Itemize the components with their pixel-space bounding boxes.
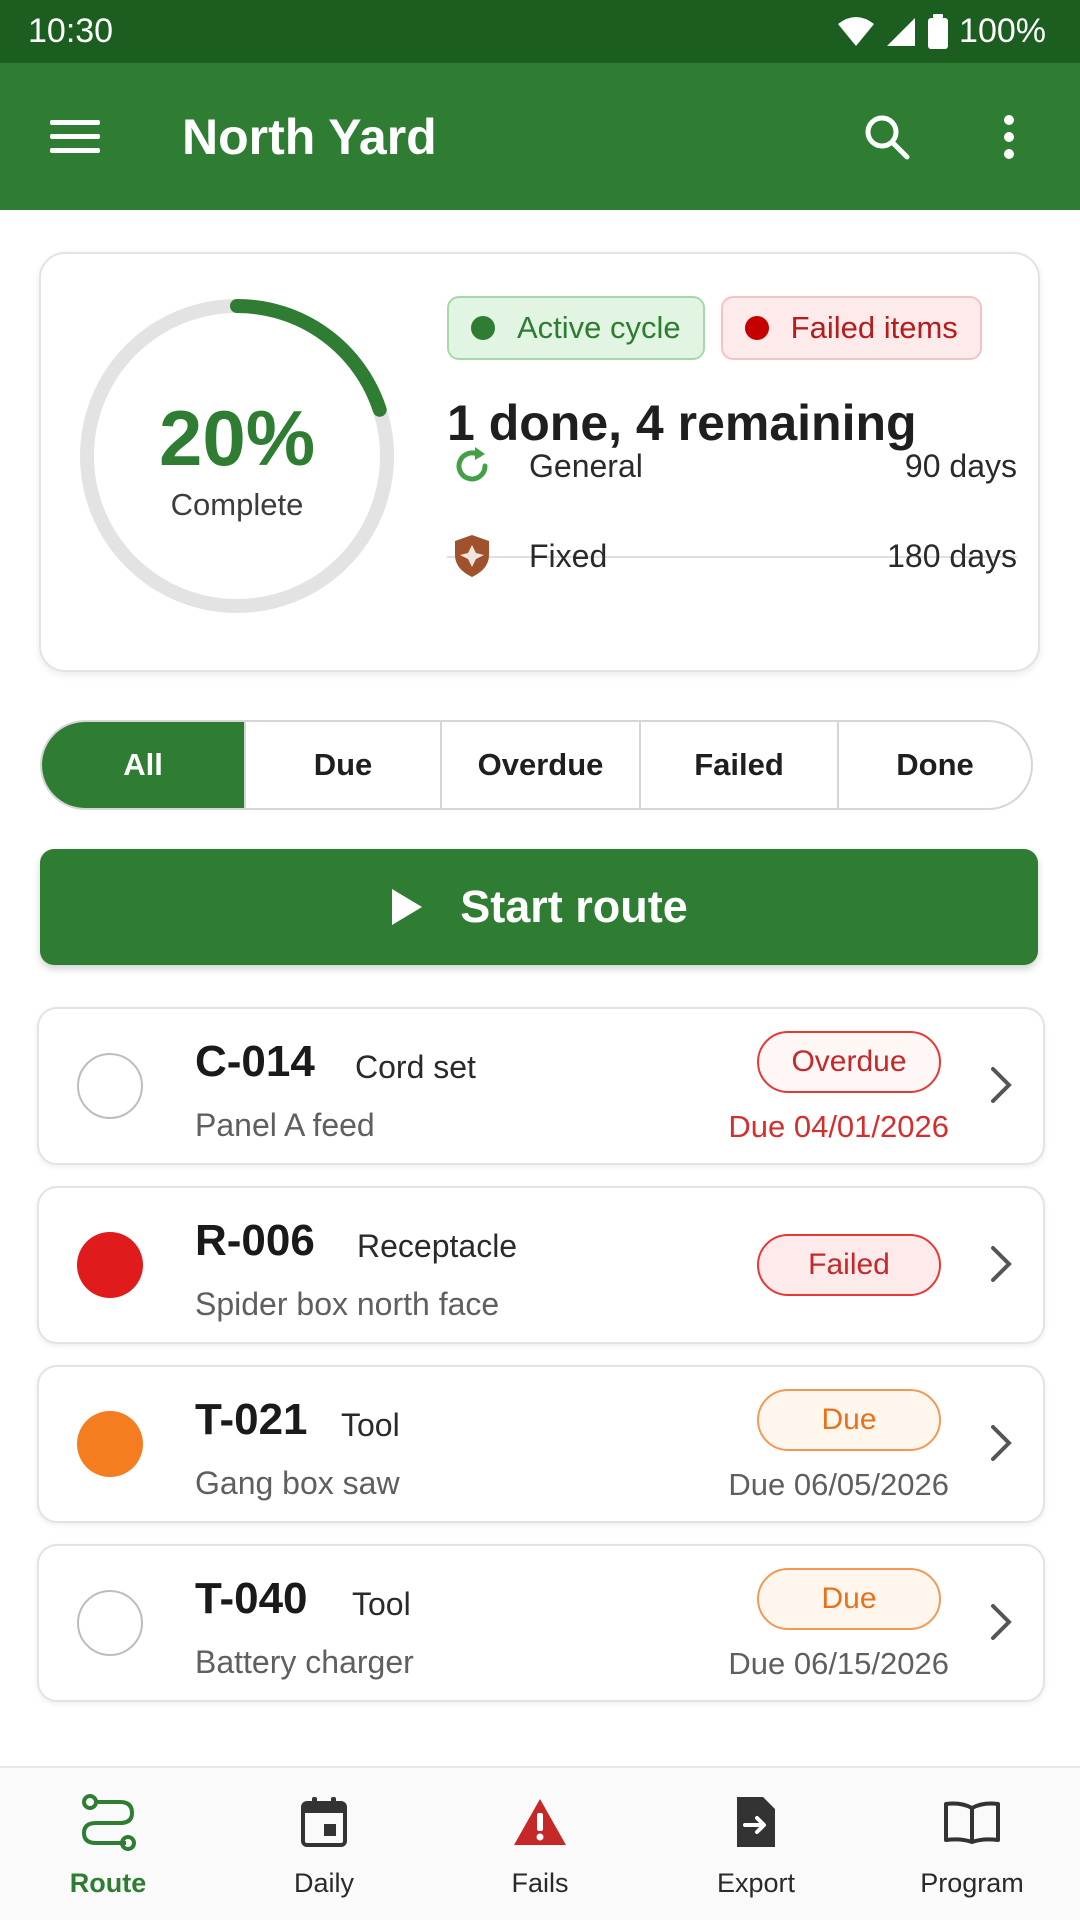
chevron-right-icon xyxy=(991,1246,1012,1282)
wifi-icon xyxy=(838,16,875,46)
nav-export[interactable]: Export xyxy=(648,1768,864,1920)
status-badge: Due xyxy=(757,1389,941,1451)
due-date: Due 06/15/2026 xyxy=(728,1646,949,1681)
item-type: Tool xyxy=(341,1407,400,1443)
item-location: Gang box saw xyxy=(195,1465,400,1501)
chevron-right-icon xyxy=(991,1604,1012,1640)
due-date: Due 06/05/2026 xyxy=(728,1467,949,1502)
bottom-nav: Route Daily Fails Export Program xyxy=(0,1766,1080,1920)
nav-route[interactable]: Route xyxy=(0,1768,216,1920)
status-bar: 10:30 100% xyxy=(0,0,1080,63)
start-route-label: Start route xyxy=(460,881,688,932)
tab-all[interactable]: All xyxy=(42,722,244,808)
progress-ring: 20% Complete xyxy=(77,296,397,616)
cycle-badges: Active cycle Failed items xyxy=(447,296,982,360)
interval-row-general: General 90 days xyxy=(447,431,1017,501)
item-id: T-021 xyxy=(195,1395,308,1444)
due-date: Due 04/01/2026 xyxy=(728,1109,949,1144)
summary-card: 20% Complete Active cycle Failed items 1… xyxy=(39,252,1040,672)
list-item[interactable]: R-006 Receptacle Spider box north face F… xyxy=(37,1186,1045,1344)
tab-due[interactable]: Due xyxy=(244,722,440,808)
item-location: Spider box north face xyxy=(195,1286,500,1322)
status-indicator[interactable] xyxy=(77,1590,143,1656)
item-id: T-040 xyxy=(195,1574,308,1623)
shield-icon xyxy=(455,535,489,577)
search-button[interactable] xyxy=(852,102,922,172)
book-icon xyxy=(944,1801,1000,1844)
item-type: Tool xyxy=(352,1586,411,1622)
battery-icon xyxy=(928,13,949,49)
item-type: Receptacle xyxy=(357,1228,518,1264)
app-bar: North Yard xyxy=(0,63,1080,210)
status-badge: Failed xyxy=(757,1234,941,1296)
start-route-button[interactable]: Start route xyxy=(40,849,1038,965)
tab-overdue[interactable]: Overdue xyxy=(440,722,639,808)
status-badge: Overdue xyxy=(757,1031,941,1093)
calendar-icon xyxy=(301,1797,347,1847)
filter-tabs: All Due Overdue Failed Done xyxy=(40,720,1033,810)
tab-failed[interactable]: Failed xyxy=(639,722,837,808)
refresh-icon xyxy=(456,447,488,482)
status-icons: 100% xyxy=(837,12,1046,51)
list-item[interactable]: C-014 Cord set Panel A feed Overdue Due … xyxy=(37,1007,1045,1165)
tab-done[interactable]: Done xyxy=(837,722,1031,808)
nav-fails[interactable]: Fails xyxy=(432,1768,648,1920)
status-time: 10:30 xyxy=(28,12,114,50)
warning-icon xyxy=(514,1799,566,1845)
item-id: C-014 xyxy=(195,1037,315,1086)
item-id: R-006 xyxy=(195,1216,315,1265)
nav-program[interactable]: Program xyxy=(864,1768,1080,1920)
play-icon xyxy=(392,889,423,925)
more-vert-icon xyxy=(1004,114,1014,159)
export-icon xyxy=(737,1797,775,1847)
list-item[interactable]: T-021 Tool Gang box saw Due Due 06/05/20… xyxy=(37,1365,1045,1523)
progress-label: Complete xyxy=(170,487,304,522)
menu-icon xyxy=(50,119,100,153)
item-location: Battery charger xyxy=(195,1644,414,1680)
chevron-right-icon xyxy=(991,1067,1012,1103)
item-type: Cord set xyxy=(355,1049,476,1085)
list-item[interactable]: T-040 Tool Battery charger Due Due 06/15… xyxy=(37,1544,1045,1702)
nav-daily[interactable]: Daily xyxy=(216,1768,432,1920)
active-dot-icon xyxy=(471,316,495,340)
status-indicator[interactable] xyxy=(77,1411,143,1477)
item-location: Panel A feed xyxy=(195,1107,375,1143)
status-indicator[interactable] xyxy=(77,1053,143,1119)
failed-dot-icon xyxy=(744,316,769,340)
page-title: North Yard xyxy=(182,108,437,165)
status-badge: Due xyxy=(757,1568,941,1630)
active-cycle-badge[interactable]: Active cycle xyxy=(447,296,705,360)
interval-row-fixed: Fixed 180 days xyxy=(447,521,1017,591)
progress-percent: 20% xyxy=(158,394,316,482)
more-options-button[interactable] xyxy=(974,102,1044,172)
battery-level: 100% xyxy=(959,12,1046,50)
status-indicator[interactable] xyxy=(77,1232,143,1298)
search-icon xyxy=(865,115,910,159)
signal-icon xyxy=(887,17,916,46)
route-icon xyxy=(81,1794,136,1851)
menu-button[interactable] xyxy=(40,102,110,172)
chevron-right-icon xyxy=(991,1425,1012,1461)
failed-items-badge[interactable]: Failed items xyxy=(720,296,982,360)
